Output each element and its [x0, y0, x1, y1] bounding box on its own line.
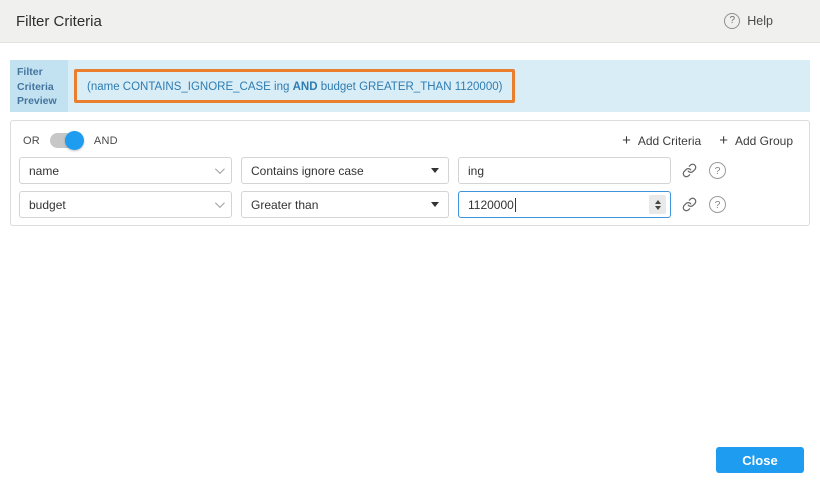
value-input[interactable]	[458, 157, 671, 184]
operator-select-value: Contains ignore case	[251, 164, 364, 178]
filter-criteria-dialog: Filter Criteria ? Help Filter Criteria P…	[0, 0, 820, 491]
close-button[interactable]: Close	[716, 447, 804, 473]
link-icon[interactable]	[678, 194, 700, 216]
row-help-icon[interactable]: ?	[709, 162, 726, 179]
page-title: Filter Criteria	[16, 13, 102, 30]
field-select[interactable]: budget	[19, 191, 232, 218]
dialog-header: Filter Criteria ? Help	[0, 0, 820, 43]
help-label: Help	[747, 14, 773, 28]
preview-body: (name CONTAINS_IGNORE_CASE ing AND budge…	[68, 60, 515, 112]
help-icon: ?	[724, 13, 740, 29]
spinner-down-icon	[655, 206, 661, 210]
toggle-or-label: OR	[23, 135, 40, 147]
toggle-and-label: AND	[94, 135, 118, 147]
field-select-value: budget	[29, 198, 66, 212]
preview-expression-suffix: budget GREATER_THAN 1120000)	[318, 81, 503, 93]
preview-expression-prefix: (name CONTAINS_IGNORE_CASE ing	[87, 81, 293, 93]
chevron-down-icon	[215, 164, 225, 174]
operator-select[interactable]: Greater than	[241, 191, 449, 218]
add-criteria-button[interactable]: + Add Criteria	[622, 133, 701, 148]
plus-icon: +	[719, 133, 728, 148]
field-select[interactable]: name	[19, 157, 232, 184]
dropdown-arrow-icon	[431, 202, 439, 207]
chevron-down-icon	[215, 198, 225, 208]
preview-expression: (name CONTAINS_IGNORE_CASE ing AND budge…	[87, 81, 502, 93]
operator-select-value: Greater than	[251, 198, 318, 212]
text-caret	[515, 198, 516, 212]
criteria-row: name Contains ignore case ?	[11, 157, 809, 184]
filter-criteria-preview-bar: Filter Criteria Preview (name CONTAINS_I…	[10, 60, 810, 112]
plus-icon: +	[622, 133, 631, 148]
toggle-knob	[65, 131, 84, 150]
preview-expression-highlight-box: (name CONTAINS_IGNORE_CASE ing AND budge…	[74, 69, 515, 103]
or-and-toggle[interactable]	[50, 133, 80, 148]
criteria-panel: OR AND + Add Criteria + Add Group n	[10, 120, 810, 226]
spinner-up-icon	[655, 200, 661, 204]
add-criteria-label: Add Criteria	[638, 134, 701, 148]
link-icon[interactable]	[678, 160, 700, 182]
number-input-value: 1120000	[468, 198, 514, 212]
operator-select[interactable]: Contains ignore case	[241, 157, 449, 184]
criteria-row: budget Greater than 1120000	[11, 191, 809, 218]
help-button[interactable]: ? Help	[724, 13, 773, 29]
add-actions: + Add Criteria + Add Group	[622, 133, 793, 148]
or-and-toggle-group: OR AND	[23, 133, 118, 148]
criteria-panel-toolbar: OR AND + Add Criteria + Add Group	[11, 121, 809, 157]
preview-label: Filter Criteria Preview	[10, 60, 68, 112]
add-group-button[interactable]: + Add Group	[719, 133, 793, 148]
row-help-icon[interactable]: ?	[709, 196, 726, 213]
field-select-value: name	[29, 164, 59, 178]
dropdown-arrow-icon	[431, 168, 439, 173]
preview-expression-operator: AND	[293, 81, 318, 93]
value-number-input-focused[interactable]: 1120000	[458, 191, 671, 218]
add-group-label: Add Group	[735, 134, 793, 148]
number-spinner[interactable]	[649, 195, 666, 214]
